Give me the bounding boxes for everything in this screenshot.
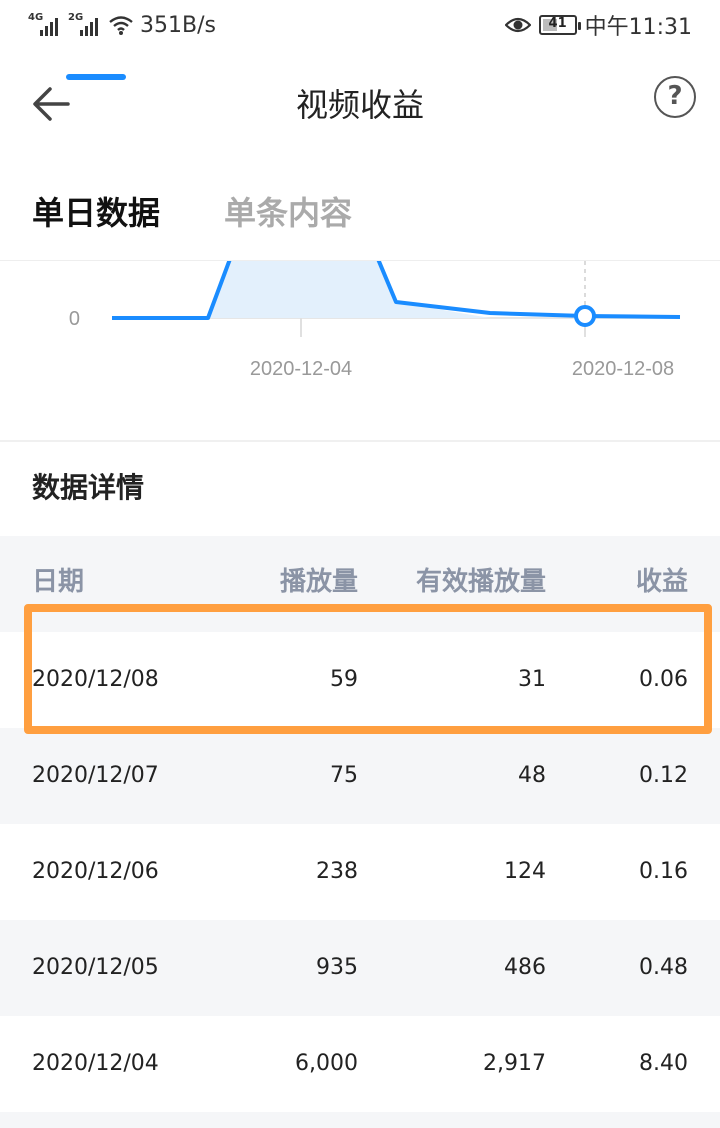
column-header-effective-plays[interactable]: 有效播放量 bbox=[416, 536, 546, 632]
x-tick-label: 2020-12-04 bbox=[250, 358, 352, 380]
eye-icon bbox=[504, 17, 531, 33]
table-row[interactable]: 2020/12/05 935 486 0.48 bbox=[0, 920, 720, 1016]
status-bar: 4G 2G 351B/s 41 中午11:31 bbox=[0, 0, 720, 50]
table-row[interactable]: 2020/12/06 238 124 0.16 bbox=[0, 824, 720, 920]
tab-bar: 单日数据 单条内容 bbox=[0, 180, 720, 260]
column-header-date[interactable]: 日期 bbox=[32, 536, 84, 632]
cell-date: 2020/12/08 bbox=[32, 667, 159, 692]
table-row[interactable]: 2020/12/07 75 48 0.12 bbox=[0, 728, 720, 824]
cell-effective-plays: 124 bbox=[504, 859, 546, 884]
table-row[interactable]: 2020/12/04 6,000 2,917 8.40 bbox=[0, 1016, 720, 1112]
cell-revenue: 0.12 bbox=[639, 763, 688, 788]
section-divider bbox=[0, 440, 720, 442]
cell-date: 2020/12/07 bbox=[32, 763, 159, 788]
active-tab-indicator bbox=[66, 74, 126, 80]
tab-single-content[interactable]: 单条内容 bbox=[224, 188, 352, 234]
table-row-partial bbox=[0, 1112, 720, 1128]
clock: 中午11:31 bbox=[584, 15, 692, 40]
cell-effective-plays: 2,917 bbox=[483, 1051, 546, 1076]
data-table: 日期 播放量 有效播放量 收益 2020/12/08 59 31 0.06 20… bbox=[0, 536, 720, 1128]
cell-plays: 935 bbox=[316, 955, 358, 980]
column-header-revenue[interactable]: 收益 bbox=[636, 536, 688, 632]
status-bar-left: 4G 2G 351B/s bbox=[28, 10, 216, 40]
table-header: 日期 播放量 有效播放量 收益 bbox=[0, 536, 720, 632]
y-tick-label: 0 bbox=[69, 308, 80, 330]
cell-plays: 238 bbox=[316, 859, 358, 884]
cell-revenue: 0.16 bbox=[639, 859, 688, 884]
cell-date: 2020/12/04 bbox=[32, 1051, 159, 1076]
highlight-point[interactable] bbox=[574, 305, 596, 327]
tab-daily-data[interactable]: 单日数据 bbox=[32, 188, 160, 234]
status-bar-right: 41 中午11:31 bbox=[504, 10, 692, 40]
cell-plays: 59 bbox=[330, 667, 358, 692]
chart-svg: 0 2020-12-04 2020-12-08 bbox=[69, 261, 681, 380]
cell-effective-plays: 48 bbox=[518, 763, 546, 788]
cell-revenue: 0.06 bbox=[639, 667, 688, 692]
column-header-plays[interactable]: 播放量 bbox=[280, 536, 358, 632]
cell-revenue: 0.48 bbox=[639, 955, 688, 980]
table-row[interactable]: 2020/12/08 59 31 0.06 bbox=[0, 632, 720, 728]
help-icon[interactable]: ? bbox=[654, 76, 696, 118]
cellular-signal-icon: 2G bbox=[68, 12, 102, 38]
revenue-chart[interactable]: 0 2020-12-04 2020-12-08 bbox=[0, 261, 720, 441]
cell-plays: 75 bbox=[330, 763, 358, 788]
wifi-icon bbox=[109, 16, 133, 35]
battery-icon: 41 bbox=[538, 15, 581, 35]
section-title: 数据详情 bbox=[32, 471, 145, 504]
page-title: 视频收益 bbox=[295, 86, 424, 124]
x-tick-label: 2020-12-08 bbox=[572, 358, 674, 380]
cellular-signal-icon: 4G bbox=[28, 12, 62, 38]
cell-date: 2020/12/06 bbox=[32, 859, 159, 884]
cell-plays: 6,000 bbox=[295, 1051, 358, 1076]
header: 视频收益 ? bbox=[0, 50, 720, 160]
cell-effective-plays: 31 bbox=[518, 667, 546, 692]
network-speed: 351B/s bbox=[140, 12, 216, 38]
cell-effective-plays: 486 bbox=[504, 955, 546, 980]
battery-level: 41 bbox=[548, 16, 567, 31]
cell-revenue: 8.40 bbox=[639, 1051, 688, 1076]
cell-date: 2020/12/05 bbox=[32, 955, 159, 980]
